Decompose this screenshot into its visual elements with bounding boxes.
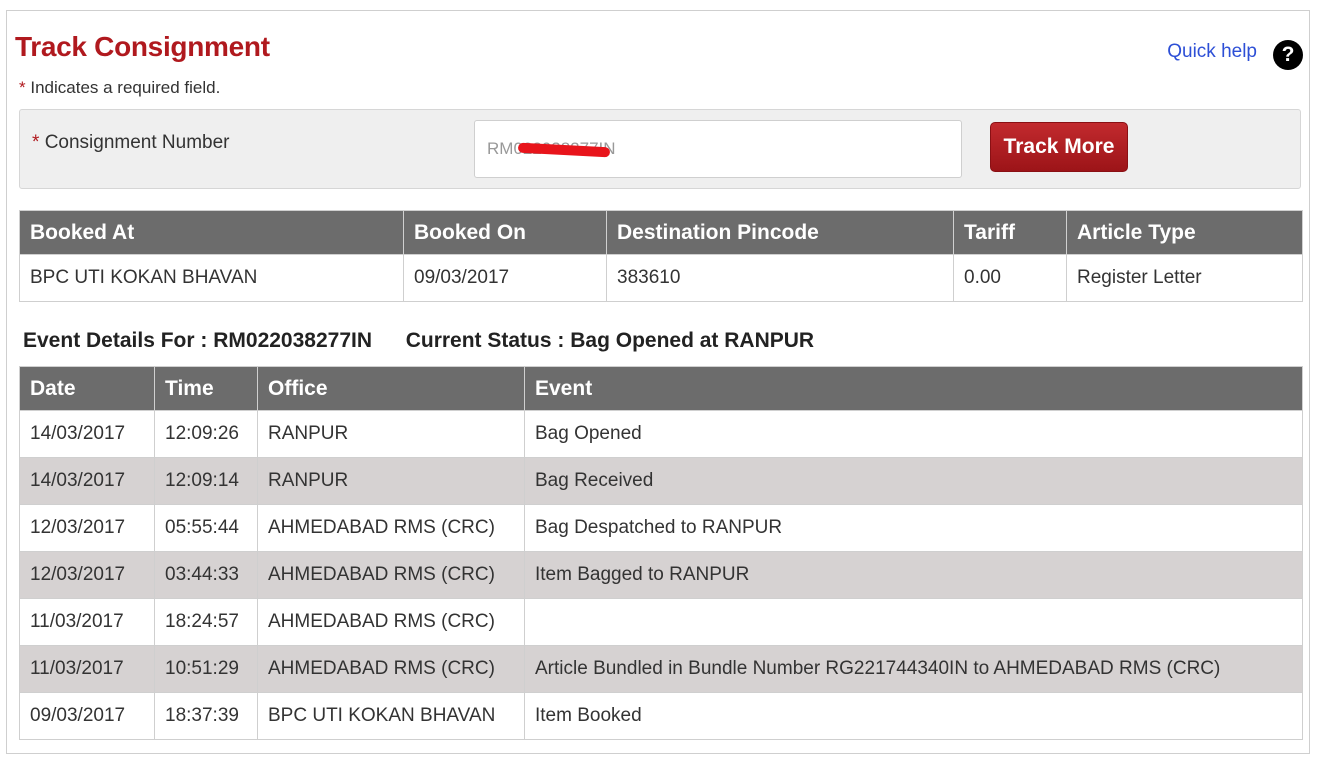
event-office: AHMEDABAD RMS (CRC) (257, 504, 525, 552)
booked-at-value: BPC UTI KOKAN BHAVAN (19, 254, 404, 302)
event-office: AHMEDABAD RMS (CRC) (257, 551, 525, 599)
booked-on-value: 09/03/2017 (403, 254, 607, 302)
event-time: 05:55:44 (154, 504, 258, 552)
event-time: 12:09:26 (154, 410, 258, 458)
quick-help-link[interactable]: Quick help (1167, 41, 1257, 63)
event-date: 12/03/2017 (19, 551, 155, 599)
col-event: Event (524, 366, 1303, 411)
col-tariff: Tariff (953, 210, 1067, 255)
page-title: Track Consignment (15, 31, 270, 62)
question-mark-icon[interactable]: ? (1273, 40, 1303, 70)
event-time: 18:37:39 (154, 692, 258, 740)
consignment-search-box: * Consignment Number Track More (19, 109, 1301, 189)
event-date: 14/03/2017 (19, 410, 155, 458)
event-date: 11/03/2017 (19, 598, 155, 646)
event-description: Item Bagged to RANPUR (524, 551, 1303, 599)
event-description: Item Booked (524, 692, 1303, 740)
tariff-value: 0.00 (953, 254, 1067, 302)
required-field-note: * Indicates a required field. (19, 78, 220, 98)
booking-details-table: Booked At Booked On Destination Pincode … (19, 210, 1303, 302)
col-booked-on: Booked On (403, 210, 607, 255)
col-destination-pincode: Destination Pincode (606, 210, 954, 255)
event-row: 12/03/2017 05:55:44 AHMEDABAD RMS (CRC) … (19, 504, 1303, 552)
current-status-value: Bag Opened at RANPUR (570, 329, 815, 352)
event-date: 14/03/2017 (19, 457, 155, 505)
event-details-heading: Event Details For : RM022038277IN Curren… (23, 329, 814, 353)
col-booked-at: Booked At (19, 210, 404, 255)
event-row: 11/03/2017 18:24:57 AHMEDABAD RMS (CRC) (19, 598, 1303, 646)
col-date: Date (19, 366, 155, 411)
col-article-type: Article Type (1066, 210, 1303, 255)
event-office: AHMEDABAD RMS (CRC) (257, 598, 525, 646)
col-office: Office (257, 366, 525, 411)
required-star: * (19, 78, 26, 97)
event-row: 14/03/2017 12:09:14 RANPUR Bag Received (19, 457, 1303, 505)
event-date: 09/03/2017 (19, 692, 155, 740)
destination-pincode-value: 383610 (606, 254, 954, 302)
event-office: RANPUR (257, 410, 525, 458)
event-time: 10:51:29 (154, 645, 258, 693)
event-time: 18:24:57 (154, 598, 258, 646)
events-table: Date Time Office Event 14/03/2017 12:09:… (19, 366, 1303, 740)
event-time: 03:44:33 (154, 551, 258, 599)
event-description: Bag Opened (524, 410, 1303, 458)
event-details-label: Event Details For : (23, 329, 208, 352)
event-description: Bag Despatched to RANPUR (524, 504, 1303, 552)
booking-row: BPC UTI KOKAN BHAVAN 09/03/2017 383610 0… (19, 254, 1303, 302)
col-time: Time (154, 366, 258, 411)
event-description: Article Bundled in Bundle Number RG22174… (524, 645, 1303, 693)
event-row: 09/03/2017 18:37:39 BPC UTI KOKAN BHAVAN… (19, 692, 1303, 740)
article-type-value: Register Letter (1066, 254, 1303, 302)
event-row: 11/03/2017 10:51:29 AHMEDABAD RMS (CRC) … (19, 645, 1303, 693)
event-office: AHMEDABAD RMS (CRC) (257, 645, 525, 693)
event-time: 12:09:14 (154, 457, 258, 505)
consignment-number-label: * Consignment Number (32, 132, 230, 154)
event-date: 11/03/2017 (19, 645, 155, 693)
event-office: BPC UTI KOKAN BHAVAN (257, 692, 525, 740)
track-more-button[interactable]: Track More (990, 122, 1128, 172)
event-details-consignment: RM022038277IN (213, 329, 373, 352)
current-status-label: Current Status : (405, 329, 565, 352)
event-description: Bag Received (524, 457, 1303, 505)
event-office: RANPUR (257, 457, 525, 505)
event-date: 12/03/2017 (19, 504, 155, 552)
events-header-row: Date Time Office Event (19, 366, 1303, 411)
required-star: * (32, 132, 40, 153)
event-description (524, 598, 1303, 646)
booking-header-row: Booked At Booked On Destination Pincode … (19, 210, 1303, 255)
track-consignment-panel: Track Consignment Quick help ? * Indicat… (6, 10, 1310, 754)
consignment-number-label-text: Consignment Number (44, 132, 230, 153)
required-note-text: Indicates a required field. (30, 78, 221, 97)
event-row: 12/03/2017 03:44:33 AHMEDABAD RMS (CRC) … (19, 551, 1303, 599)
event-row: 14/03/2017 12:09:26 RANPUR Bag Opened (19, 410, 1303, 458)
